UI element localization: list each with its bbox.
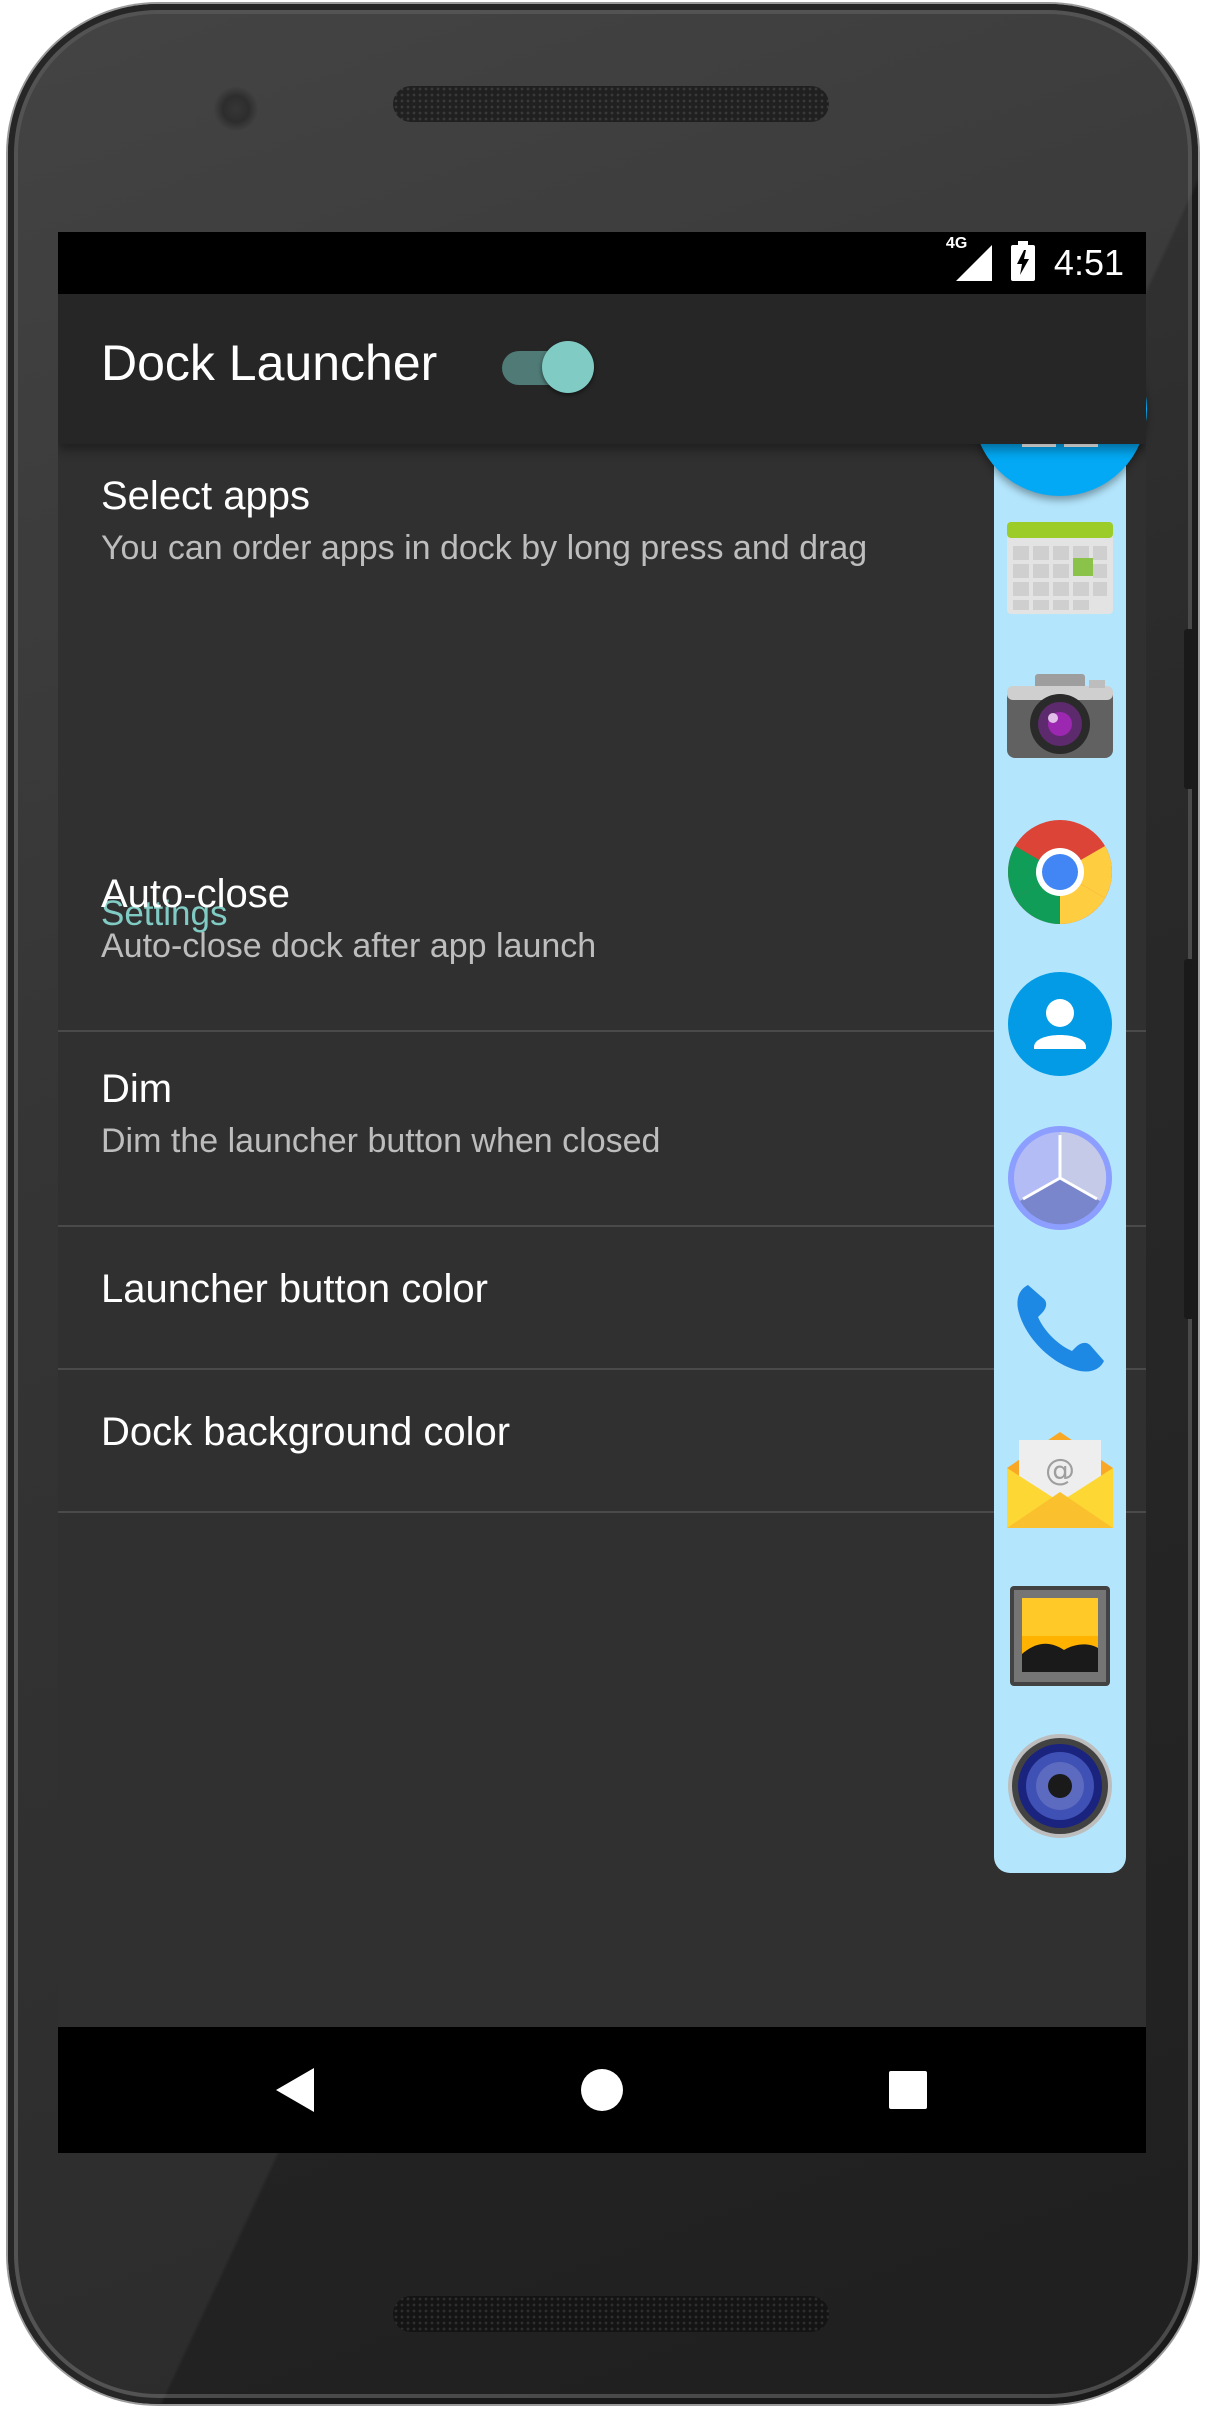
volume-button (1184, 959, 1194, 1319)
status-bar: 4G 4:51 (58, 232, 1146, 294)
divider (58, 1511, 1146, 1513)
pref-summary: You can order apps in dock by long press… (101, 529, 868, 567)
email-icon: @ (1007, 1432, 1113, 1528)
pref-title: Auto-close (101, 872, 290, 916)
svg-text:@: @ (1045, 1453, 1075, 1488)
dock-app-phone[interactable] (1004, 1273, 1116, 1385)
network-type-label: 4G (945, 235, 968, 252)
pref-title: Select apps (101, 474, 311, 518)
toggle-thumb (542, 341, 594, 393)
navigation-bar (58, 2027, 1146, 2153)
back-button[interactable] (231, 2027, 357, 2153)
dock-app-chrome[interactable] (1004, 816, 1116, 928)
front-camera (213, 86, 259, 132)
pref-select-apps[interactable]: Select apps You can order apps in dock b… (58, 444, 1146, 589)
pref-dim[interactable]: Dim Dim the launcher button when closed (58, 1032, 1146, 1227)
pref-title: Launcher button color (101, 1267, 488, 1311)
page-title: Dock Launcher (101, 335, 438, 391)
dock-app-email[interactable]: @ (1004, 1424, 1116, 1536)
chrome-icon (1008, 820, 1112, 924)
phone-icon (1017, 1285, 1104, 1372)
bottom-speaker (393, 2296, 829, 2332)
pref-summary: Auto-close dock after app launch (101, 927, 597, 965)
gallery-icon (1010, 1586, 1110, 1686)
contacts-icon (1008, 972, 1112, 1076)
dock-app-music[interactable] (1004, 1730, 1116, 1842)
dock-app-gallery[interactable] (1004, 1580, 1116, 1692)
pref-title: Dim (101, 1067, 173, 1111)
dock-app-clock[interactable] (1004, 1122, 1116, 1234)
recents-button[interactable] (845, 2027, 971, 2153)
battery-charging-icon (1010, 240, 1036, 286)
pref-auto-close[interactable]: Auto-close Auto-close dock after app lau… (58, 837, 1146, 1032)
pref-launcher-button-color[interactable]: Launcher button color (58, 1227, 1146, 1370)
calendar-icon (1007, 522, 1113, 614)
power-button (1184, 629, 1194, 789)
dock-app-contacts[interactable] (1004, 968, 1116, 1080)
back-icon (276, 2068, 314, 2112)
signal-icon: 4G (946, 235, 992, 285)
pref-summary: Dim the launcher button when closed (101, 1122, 661, 1160)
music-icon (1008, 1734, 1112, 1838)
recents-icon (889, 2071, 927, 2109)
pref-dock-background-color[interactable]: Dock background color (58, 1370, 1146, 1513)
pref-title: Dock background color (101, 1410, 511, 1454)
status-time: 4:51 (1053, 242, 1124, 283)
app-bar: Dock Launcher (58, 294, 1146, 444)
dock-app-camera[interactable] (1004, 660, 1116, 772)
camera-icon (1007, 674, 1113, 758)
clock-icon (1008, 1126, 1112, 1230)
dock-enable-toggle[interactable] (498, 336, 594, 396)
home-button[interactable] (539, 2027, 665, 2153)
home-icon (581, 2069, 623, 2111)
screen: 4G 4:51 Dock Launcher Select apps You ca… (58, 232, 1146, 2153)
dock-app-calendar[interactable] (1004, 512, 1116, 624)
top-speaker (393, 86, 829, 122)
